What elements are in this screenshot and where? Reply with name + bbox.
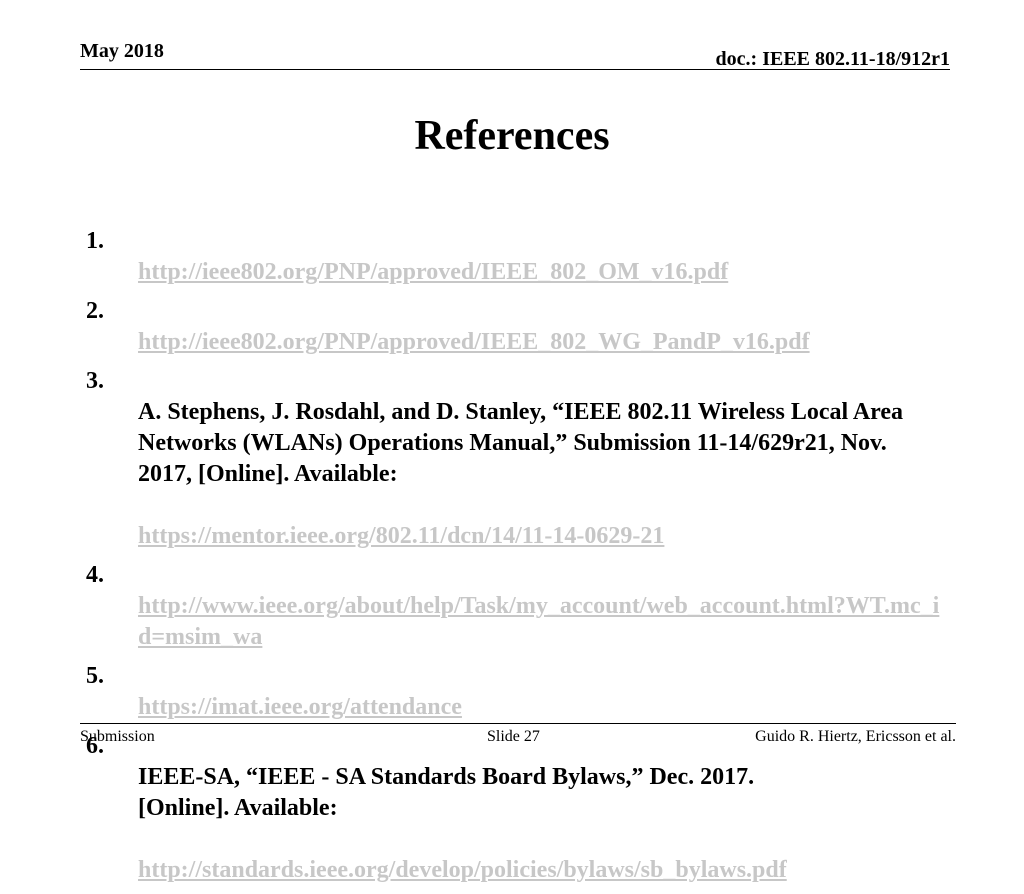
slide-number: Slide 27	[487, 728, 540, 745]
reference-number: 6.	[86, 733, 104, 759]
reference-link[interactable]: https://mentor.ieee.org/802.11/dcn/14/11…	[138, 523, 664, 549]
reference-number: 3.	[86, 368, 104, 394]
footer-rule	[80, 723, 956, 724]
reference-item: 6. IEEE-SA, “IEEE - SA Standards Board B…	[86, 731, 946, 886]
reference-item: 5. https://imat.ieee.org/attendance	[86, 661, 946, 723]
reference-link[interactable]: http://ieee802.org/PNP/approved/IEEE_802…	[138, 329, 810, 355]
reference-number: 4.	[86, 562, 104, 588]
reference-item: 2. http://ieee802.org/PNP/approved/IEEE_…	[86, 296, 946, 358]
reference-number: 1.	[86, 228, 104, 254]
header-rule	[80, 69, 950, 70]
references-list: 1. http://ieee802.org/PNP/approved/IEEE_…	[86, 226, 946, 894]
reference-number: 2.	[86, 298, 104, 324]
reference-link[interactable]: http://ieee802.org/PNP/approved/IEEE_802…	[138, 259, 728, 285]
reference-item: 1. http://ieee802.org/PNP/approved/IEEE_…	[86, 226, 946, 288]
reference-item: 4. http://www.ieee.org/about/help/Task/m…	[86, 560, 946, 653]
header-doc-id: doc.: IEEE 802.11-18/912r1	[715, 48, 950, 70]
reference-link[interactable]: http://standards.ieee.org/develop/polici…	[138, 857, 787, 883]
slide-title: References	[414, 113, 610, 159]
reference-text: IEEE-SA, “IEEE - SA Standards Board Byla…	[138, 764, 755, 821]
footer-author: Guido R. Hiertz, Ericsson et al.	[755, 728, 956, 745]
reference-link[interactable]: https://imat.ieee.org/attendance	[138, 694, 462, 720]
header-date: May 2018	[80, 40, 164, 62]
reference-text: A. Stephens, J. Rosdahl, and D. Stanley,…	[138, 399, 904, 487]
footer-submission: Submission	[80, 728, 155, 745]
reference-link[interactable]: http://www.ieee.org/about/help/Task/my_a…	[138, 593, 939, 650]
reference-item: 3. A. Stephens, J. Rosdahl, and D. Stanl…	[86, 366, 946, 552]
reference-number: 5.	[86, 663, 104, 689]
